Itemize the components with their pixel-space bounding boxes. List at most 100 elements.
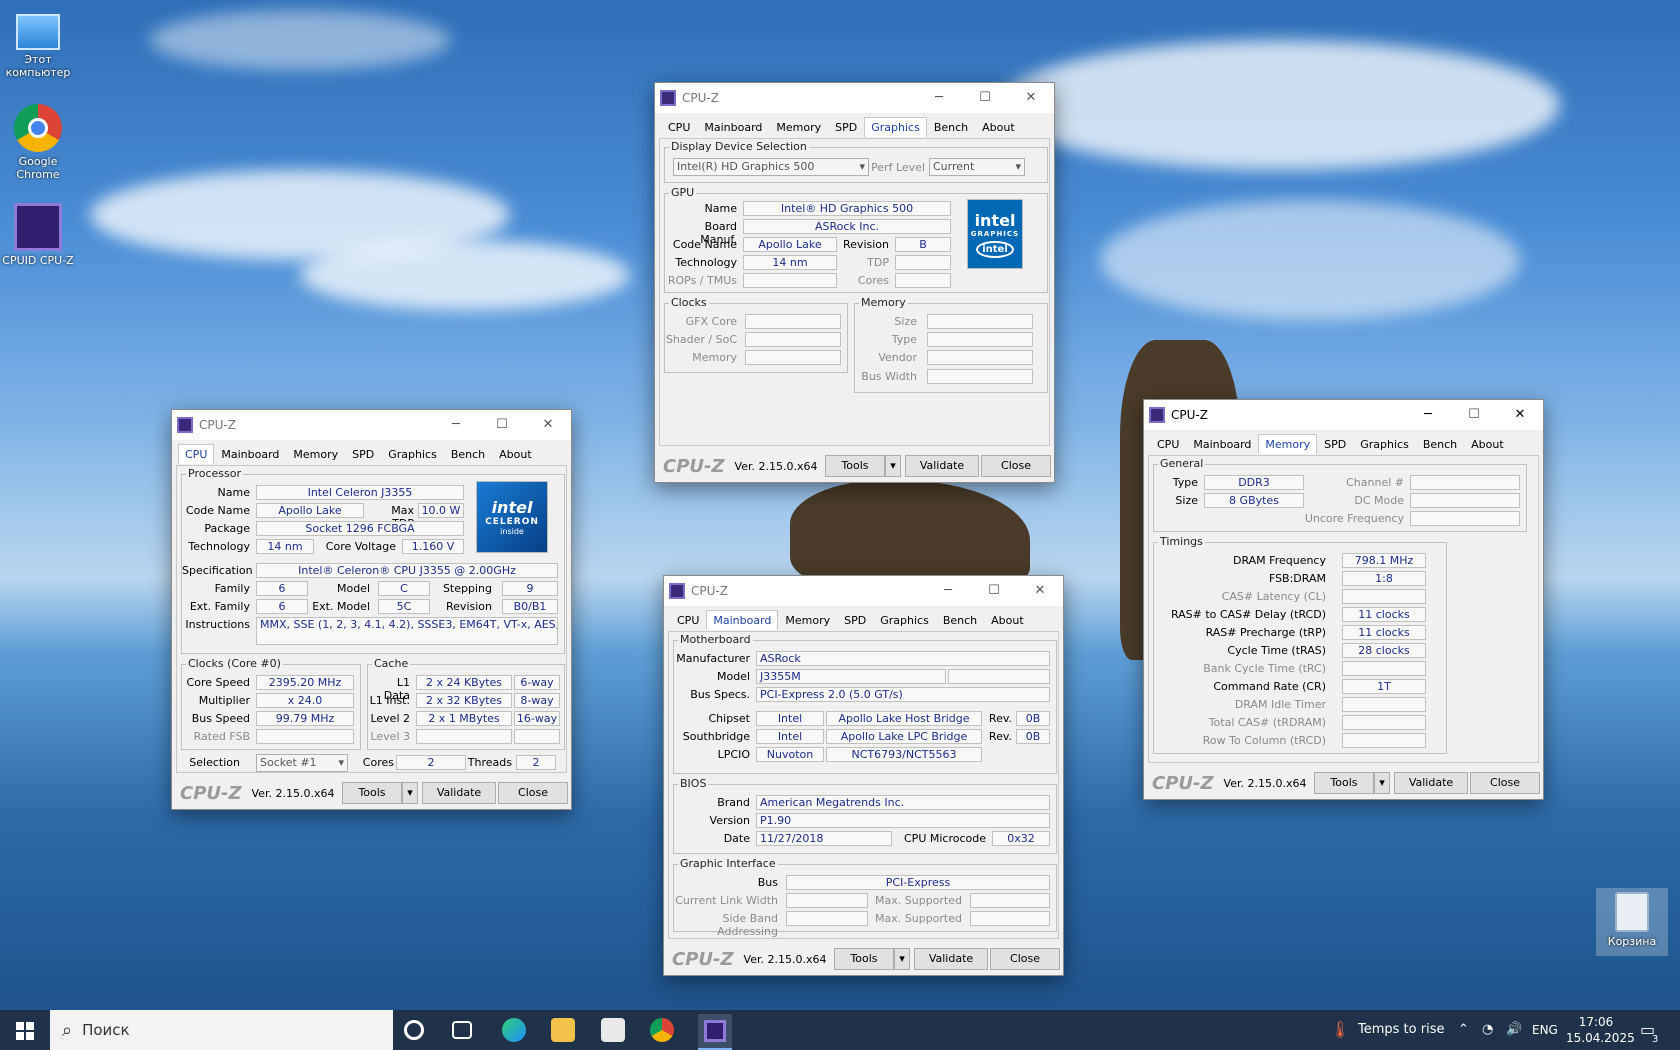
minimize-button[interactable]: ─ [916,83,962,113]
tab-bar: CPU Mainboard Memory SPD Graphics Bench … [661,117,1022,137]
close-window-button[interactable]: ✕ [1497,400,1543,430]
display-device-select[interactable]: Intel(R) HD Graphics 500 [673,158,869,176]
tab-memory[interactable]: Memory [1258,434,1318,454]
validate-button[interactable]: Validate [905,455,979,477]
close-button[interactable]: Close [1470,772,1540,794]
tab-mainboard[interactable]: Mainboard [697,117,769,137]
desktop-icon-recycle-bin[interactable]: Корзина [1596,888,1668,956]
close-button[interactable]: Close [498,782,568,804]
task-view-icon[interactable] [452,1021,472,1039]
group-title: GPU [669,186,697,199]
dc-mode-label: DC Mode [1354,494,1404,507]
minimize-button[interactable]: ─ [925,576,971,606]
tools-button[interactable]: Tools [825,455,885,477]
validate-button[interactable]: Validate [1394,772,1468,794]
minimize-button[interactable]: ─ [433,410,479,440]
cortana-icon[interactable] [404,1020,424,1040]
tools-dropdown-arrow[interactable]: ▾ [1374,772,1390,794]
tab-panel: Motherboard Manufacturer ASRock Model J3… [668,631,1059,939]
tools-dropdown-arrow[interactable]: ▾ [894,948,910,970]
tab-cpu[interactable]: CPU [178,444,215,464]
validate-button[interactable]: Validate [422,782,496,804]
maximize-button[interactable]: ☐ [962,83,1008,113]
tab-mainboard[interactable]: Mainboard [1186,434,1258,454]
volume-icon[interactable]: 🔊 [1506,1010,1522,1050]
tab-memory[interactable]: Memory [769,117,828,137]
tab-about[interactable]: About [984,610,1031,630]
tab-bench[interactable]: Bench [444,444,492,464]
tools-dropdown-arrow[interactable]: ▾ [402,782,418,804]
thermometer-icon[interactable]: 🌡 [1330,1010,1350,1050]
windows-start-icon[interactable] [16,1022,34,1040]
close-button[interactable]: Close [981,455,1051,477]
file-explorer-icon[interactable] [551,1018,575,1042]
type-value: DDR3 [1204,475,1304,490]
tab-spd[interactable]: SPD [837,610,873,630]
weather-text[interactable]: Temps to rise [1358,1010,1444,1050]
tab-memory[interactable]: Memory [778,610,837,630]
cores-value [895,273,951,288]
cas-latency-value [1342,589,1426,604]
cpu-microcode-value: 0x32 [992,831,1050,846]
close-button[interactable]: Close [990,948,1060,970]
tab-about[interactable]: About [975,117,1022,137]
tab-about[interactable]: About [492,444,539,464]
perf-level-label: Perf Level [871,161,925,174]
tab-bench[interactable]: Bench [927,117,975,137]
tab-mainboard[interactable]: Mainboard [706,610,779,630]
network-icon[interactable]: ◔ [1482,1010,1493,1050]
edge-icon[interactable] [502,1018,526,1042]
taskbar-search-box[interactable]: ⌕ Поиск [50,1010,393,1050]
close-window-button[interactable]: ✕ [1008,83,1054,113]
desktop-icon-chrome[interactable]: Google Chrome [0,104,76,181]
tools-button[interactable]: Tools [342,782,402,804]
rated-fsb-label: Rated FSB [193,730,250,743]
tab-spd[interactable]: SPD [1317,434,1353,454]
close-window-button[interactable]: ✕ [1017,576,1063,606]
language-indicator[interactable]: ENG [1532,1010,1558,1050]
cpu-microcode-label: CPU Microcode [904,832,986,845]
cpuz-app-icon [669,583,685,599]
cpuz-app-icon [660,90,676,106]
cpuz-taskbar-button[interactable] [698,1014,732,1050]
tools-dropdown-arrow[interactable]: ▾ [885,455,901,477]
dram-idle-timer-label: DRAM Idle Timer [1234,698,1326,711]
tab-graphics[interactable]: Graphics [1353,434,1416,454]
tab-about[interactable]: About [1464,434,1511,454]
tab-spd[interactable]: SPD [828,117,864,137]
display-device-group: Display Device Selection Intel(R) HD Gra… [664,140,1048,183]
tab-graphics[interactable]: Graphics [873,610,936,630]
tab-cpu[interactable]: CPU [1150,434,1186,454]
desktop-icon-this-pc[interactable]: Этот компьютер [0,10,76,79]
tools-button[interactable]: Tools [1314,772,1374,794]
tab-memory[interactable]: Memory [286,444,345,464]
tab-bench[interactable]: Bench [1416,434,1464,454]
specification-value: Intel® Celeron® CPU J3355 @ 2.00GHz [256,563,558,578]
socket-select[interactable]: Socket #1 [256,754,348,772]
tab-cpu[interactable]: CPU [670,610,706,630]
minimize-button[interactable]: ─ [1405,400,1451,430]
tab-cpu[interactable]: CPU [661,117,697,137]
perf-level-select[interactable]: Current [929,158,1025,176]
validate-button[interactable]: Validate [914,948,988,970]
clock[interactable]: 17:06 15.04.2025 [1566,1014,1635,1046]
tab-bench[interactable]: Bench [936,610,984,630]
chevron-up-icon[interactable]: ⌃ [1458,1010,1469,1050]
ext-family-label: Ext. Family [189,600,250,613]
mail-icon[interactable] [601,1018,625,1042]
maximize-button[interactable]: ☐ [479,410,525,440]
cpuz-logo: CPU-Z [663,455,725,477]
rated-fsb-value [256,729,354,744]
maximize-button[interactable]: ☐ [971,576,1017,606]
tools-button[interactable]: Tools [834,948,894,970]
maximize-button[interactable]: ☐ [1451,400,1497,430]
tab-graphics[interactable]: Graphics [381,444,444,464]
desktop-icon-cpuz[interactable]: CPUID CPU-Z [0,203,76,267]
cloud [1000,40,1560,170]
tab-graphics[interactable]: Graphics [864,117,927,137]
chrome-taskbar-icon[interactable] [650,1018,674,1042]
level3-value [416,729,512,744]
tab-spd[interactable]: SPD [345,444,381,464]
tab-mainboard[interactable]: Mainboard [214,444,286,464]
close-window-button[interactable]: ✕ [525,410,571,440]
